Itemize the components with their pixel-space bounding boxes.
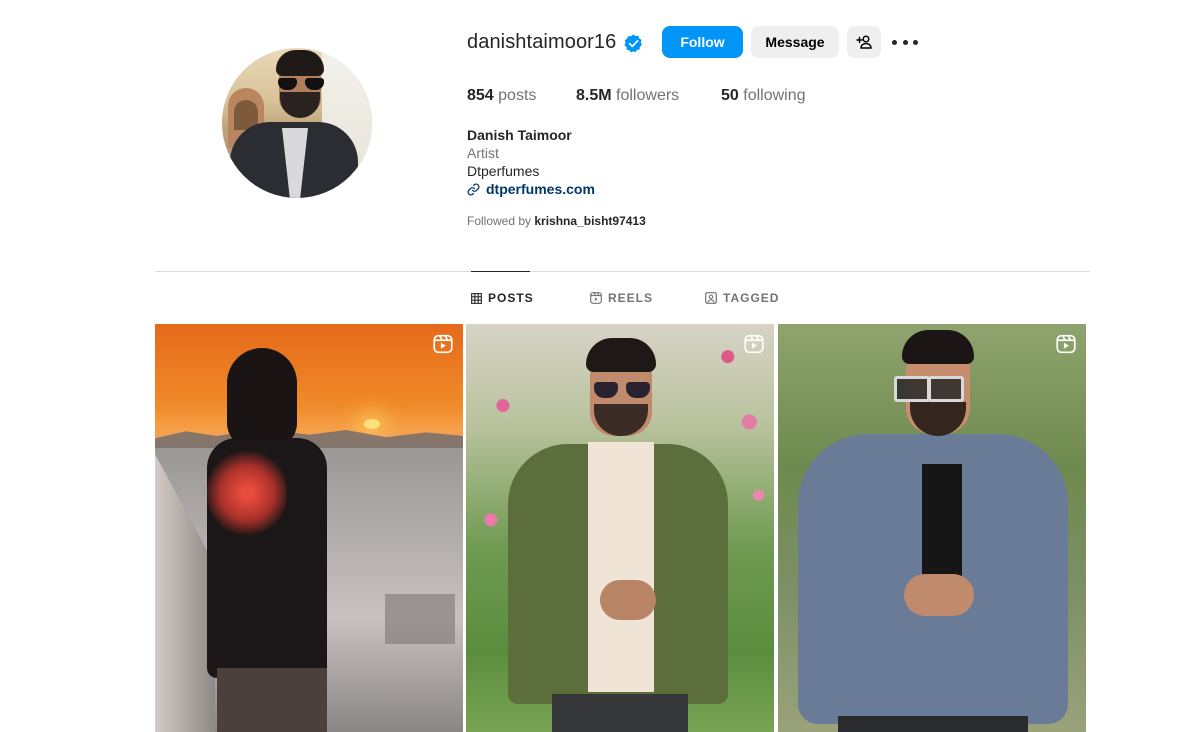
tab-tagged-label: TAGGED — [723, 291, 780, 305]
posts-count: 854 posts — [467, 87, 536, 105]
reels-icon — [590, 292, 602, 304]
followed-by-user[interactable]: krishna_bisht97413 — [534, 214, 645, 228]
more-dot — [892, 39, 897, 45]
tab-reels[interactable]: REELS — [590, 291, 653, 305]
active-tab-indicator — [471, 271, 530, 272]
post-tile[interactable] — [778, 324, 1086, 732]
more-dot — [913, 39, 918, 45]
profile-category: Artist — [467, 145, 499, 161]
avatar-hair — [276, 50, 324, 76]
post-tile[interactable] — [155, 324, 463, 732]
profile-bio: Dtperfumes — [467, 163, 540, 179]
post-person-sunglasses — [894, 376, 964, 402]
posts-count-label: posts — [498, 87, 537, 104]
more-dot — [902, 39, 908, 45]
grid-icon — [471, 292, 482, 304]
profile-avatar[interactable] — [222, 48, 372, 198]
reel-badge-icon — [1056, 334, 1076, 354]
post-person-hair — [902, 330, 974, 364]
post-sun — [364, 419, 380, 429]
posts-count-value: 854 — [467, 87, 494, 104]
post-person-hair — [586, 338, 656, 372]
post-person-hands — [600, 580, 656, 620]
profile-username: danishtaimoor16 — [467, 31, 617, 53]
followed-by-label: Followed by — [467, 214, 532, 228]
tab-posts-label: POSTS — [488, 291, 534, 305]
post-person-pants — [838, 716, 1028, 732]
message-button[interactable]: Message — [751, 26, 839, 58]
profile-divider — [155, 271, 1090, 272]
followers-count[interactable]: 8.5M followers — [576, 87, 679, 105]
post-person-pants — [552, 694, 688, 732]
post-lens-flare — [207, 448, 287, 538]
followers-count-value: 8.5M — [576, 87, 612, 104]
link-icon — [467, 183, 480, 195]
following-count-value: 50 — [721, 87, 739, 104]
post-person-shirt — [588, 442, 654, 692]
post-person-legs — [217, 668, 327, 732]
following-count[interactable]: 50 following — [721, 87, 806, 105]
tab-tagged[interactable]: TAGGED — [705, 291, 779, 305]
avatar-sunglasses — [278, 78, 324, 90]
post-person-sunglasses — [594, 382, 650, 398]
more-options-icon[interactable] — [892, 32, 918, 52]
verified-badge-icon — [624, 34, 642, 53]
following-count-label: following — [743, 87, 806, 104]
tab-reels-label: REELS — [608, 291, 654, 305]
avatar-beard — [280, 92, 320, 118]
post-tile[interactable] — [466, 324, 774, 732]
reel-badge-icon — [744, 334, 764, 354]
tab-posts[interactable]: POSTS — [471, 291, 534, 305]
tagged-icon — [705, 292, 717, 304]
post-person-shirt — [922, 464, 962, 584]
followers-count-label: followers — [616, 87, 680, 104]
follow-button[interactable]: Follow — [662, 26, 743, 58]
post-person-head — [227, 348, 297, 448]
post-window — [385, 594, 455, 644]
suggested-users-button[interactable] — [847, 26, 881, 58]
followed-by[interactable]: Followed by krishna_bisht97413 — [467, 214, 646, 228]
reel-badge-icon — [433, 334, 453, 354]
post-person — [207, 348, 347, 732]
profile-link[interactable]: dtperfumes.com — [467, 181, 595, 197]
profile-full-name: Danish Taimoor — [467, 127, 572, 143]
add-user-icon — [856, 35, 872, 49]
post-person-hands — [904, 574, 974, 616]
profile-link-text[interactable]: dtperfumes.com — [486, 181, 595, 197]
